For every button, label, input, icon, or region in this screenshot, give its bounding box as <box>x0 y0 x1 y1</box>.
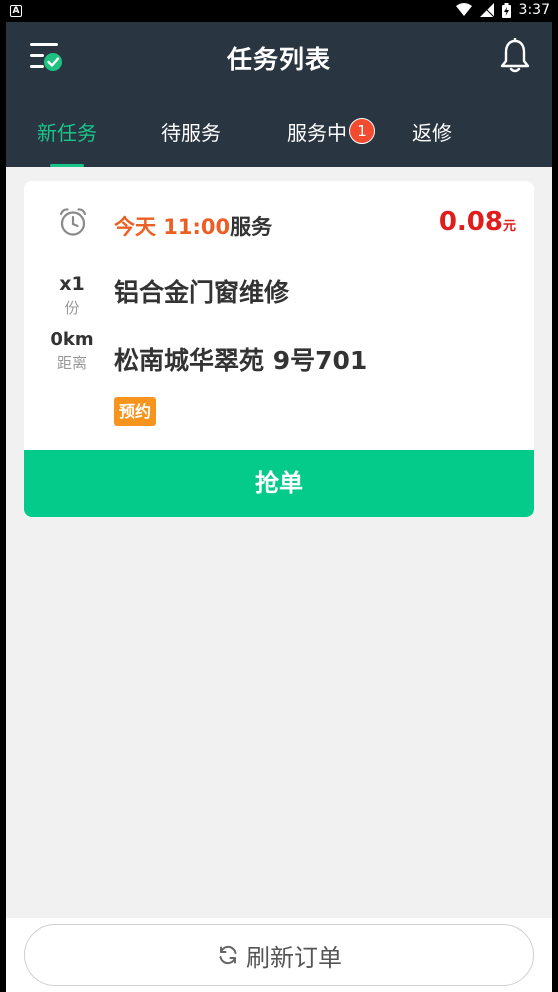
service-time-suffix: 服务 <box>230 215 273 239</box>
system-icons: 3:37 <box>455 2 550 18</box>
refresh-orders-button[interactable]: 刷新订单 <box>24 924 534 986</box>
page-title: 任务列表 <box>226 45 331 74</box>
wifi-icon <box>455 3 472 16</box>
service-name: 铝合金门窗维修 <box>114 278 290 307</box>
reservation-tag: 预约 <box>114 397 157 426</box>
refresh-icon <box>219 945 237 965</box>
battery-icon <box>501 2 511 18</box>
count-badge: 1 <box>349 118 375 144</box>
status-bar: A 3:37 <box>0 0 558 22</box>
grab-order-button[interactable]: 抢单 <box>24 450 534 517</box>
bottom-bar: 刷新订单 <box>6 918 552 992</box>
app-header: 任务列表 新任务 待服务 服务中 1 返修 <box>6 22 552 167</box>
clock: 3:37 <box>518 2 550 18</box>
alarm-clock-icon <box>59 208 87 236</box>
service-time-highlight: 今天 11:00 <box>114 215 231 239</box>
price-unit: 元 <box>502 219 516 234</box>
price-amount: 0.08 <box>438 207 503 237</box>
bell-icon <box>500 37 530 73</box>
service-time: 今天 11:00服务 <box>114 211 272 241</box>
tab-in-service[interactable]: 服务中 1 <box>287 112 375 167</box>
notification-button[interactable] <box>500 37 530 74</box>
signal-icon <box>479 3 494 17</box>
tab-pending-service[interactable]: 待服务 <box>161 112 221 167</box>
tab-label: 返修 <box>412 121 452 145</box>
app-screen: 任务列表 新任务 待服务 服务中 1 返修 今天 11:00服务 0.08元 x… <box>6 22 552 992</box>
tab-label: 新任务 <box>37 121 97 145</box>
tab-active-indicator <box>50 164 84 167</box>
tab-rework[interactable]: 返修 <box>412 112 452 167</box>
distance-value: 0km <box>50 329 94 350</box>
tab-label: 服务中 <box>287 121 347 145</box>
tab-label: 待服务 <box>161 121 221 145</box>
order-price: 0.08元 <box>439 207 516 237</box>
task-tabs: 新任务 待服务 服务中 1 返修 <box>6 112 552 167</box>
quantity: x1 份 <box>52 273 92 318</box>
quantity-label: 份 <box>64 299 80 317</box>
service-address: 松南城华翠苑 9号701 <box>114 346 368 375</box>
tab-new-tasks[interactable]: 新任务 <box>37 112 97 167</box>
order-card[interactable]: 今天 11:00服务 0.08元 x1 份 0km 距离 铝合金门窗维修 松南城… <box>24 181 534 517</box>
refresh-label: 刷新订单 <box>246 943 342 972</box>
distance-label: 距离 <box>56 354 87 372</box>
notification-icon: A <box>10 5 22 17</box>
distance: 0km 距离 <box>46 329 98 373</box>
quantity-value: x1 <box>59 273 85 295</box>
